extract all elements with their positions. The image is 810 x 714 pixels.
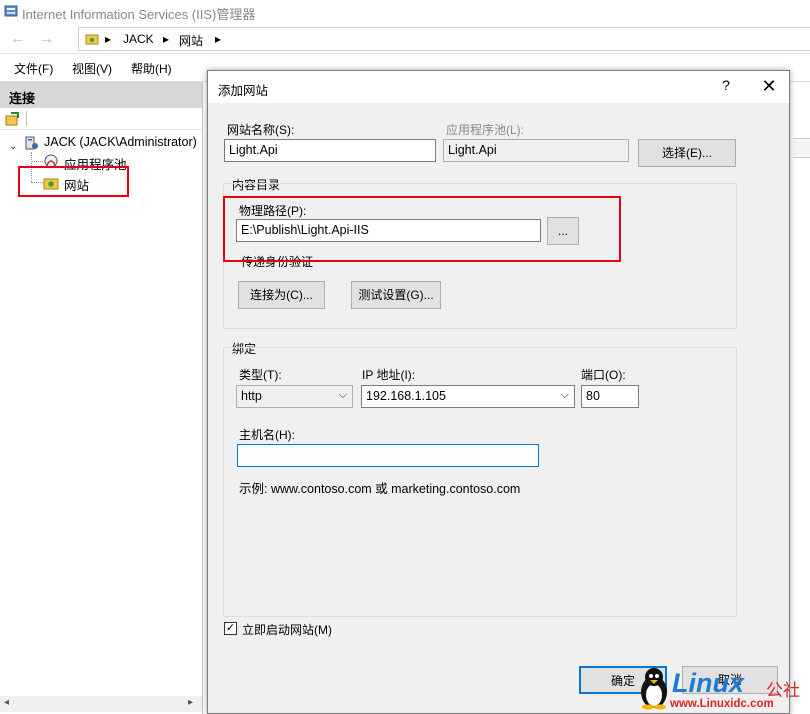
scroll-left-icon[interactable]: ◂ [4,697,9,708]
highlight-box-physical-path [223,196,621,262]
app-pool-label: 应用程序池(L): [446,123,525,137]
ip-address-value: 192.168.1.105 [366,389,446,403]
server-icon [25,136,38,150]
new-connection-icon[interactable] [5,112,20,126]
connections-toolbar [0,108,202,130]
action-pane-edge [793,138,810,158]
crumb-separator-icon: ▸ [215,32,222,46]
forward-arrow-icon[interactable]: → [34,28,58,50]
hostname-input[interactable] [237,444,539,467]
connections-header: 连接 [0,82,202,108]
linuxidc-watermark: Linux 公社 www.Linuxidc.com [634,664,810,714]
test-settings-button[interactable]: 测试设置(G)... [351,281,441,309]
ip-address-label: IP 地址(I): [362,368,416,382]
hostname-example-text: 示例: www.contoso.com 或 marketing.contoso.… [239,482,521,496]
dialog-title: 添加网站 [218,84,269,98]
start-immediately-label[interactable]: 立即启动网站(M) [242,621,332,638]
scroll-right-icon[interactable]: ▸ [188,697,193,708]
main-content-edge [793,82,810,714]
connections-title: 连接 [9,91,36,106]
menu-help[interactable]: 帮助(H) [131,60,172,77]
address-bar[interactable]: ▸ JACK ▸ 网站 ▸ [78,27,810,51]
crumb-separator-icon: ▸ [105,32,112,46]
tux-penguin-icon [641,668,667,710]
site-name-label: 网站名称(S): [227,123,295,137]
ip-address-select[interactable]: 192.168.1.105 ⌵ [361,385,575,408]
horizontal-scrollbar[interactable]: ◂ ▸ [0,696,202,712]
back-arrow-icon[interactable]: ← [6,28,30,50]
iis-app-icon [4,5,18,17]
port-input[interactable]: 80 [581,385,639,408]
crumb-separator-icon: ▸ [163,32,170,46]
add-website-dialog: 添加网站 ? ✕ 网站名称(S): Light.Api 应用程序池(L): Li… [207,70,790,714]
toolbar-divider [26,111,27,126]
connect-as-button[interactable]: 连接为(C)... [238,281,325,309]
tree-collapse-icon[interactable]: ⌄ [9,138,17,152]
window-titlebar: Internet Information Services (IIS)管理器 [0,0,810,24]
dialog-titlebar: 添加网站 ? ✕ [208,71,789,103]
highlight-box-sites [18,166,129,197]
window-title: Internet Information Services (IIS)管理器 [22,7,256,22]
tree-line [31,161,43,162]
site-name-input[interactable]: Light.Api [224,139,436,162]
menu-file[interactable]: 文件(F) [14,60,53,77]
port-label: 端口(O): [581,368,626,382]
help-icon[interactable]: ? [714,77,738,97]
select-app-pool-button[interactable]: 选择(E)... [638,139,736,167]
start-immediately-checkbox[interactable]: ✓ [224,622,237,635]
menu-view[interactable]: 视图(V) [72,60,112,77]
watermark-url: www.Linuxidc.com [670,698,774,710]
app-pool-field: Light.Api [443,139,629,162]
close-icon[interactable]: ✕ [756,75,782,99]
folder-icon [85,34,99,45]
type-select[interactable]: http ⌵ [236,385,353,408]
breadcrumb-sites[interactable]: 网站 [179,32,203,49]
hostname-label: 主机名(H): [239,428,295,442]
watermark-logo: Linux [672,668,744,698]
breadcrumb-server[interactable]: JACK [123,32,154,46]
chevron-down-icon: ⌵ [560,389,569,401]
type-label: 类型(T): [239,368,282,382]
navigation-bar: ← → ▸ JACK ▸ 网站 ▸ [0,24,810,54]
chevron-down-icon: ⌵ [338,389,347,401]
type-select-value: http [241,389,262,403]
tree-server-node[interactable]: JACK (JACK\Administrator) [44,135,197,149]
